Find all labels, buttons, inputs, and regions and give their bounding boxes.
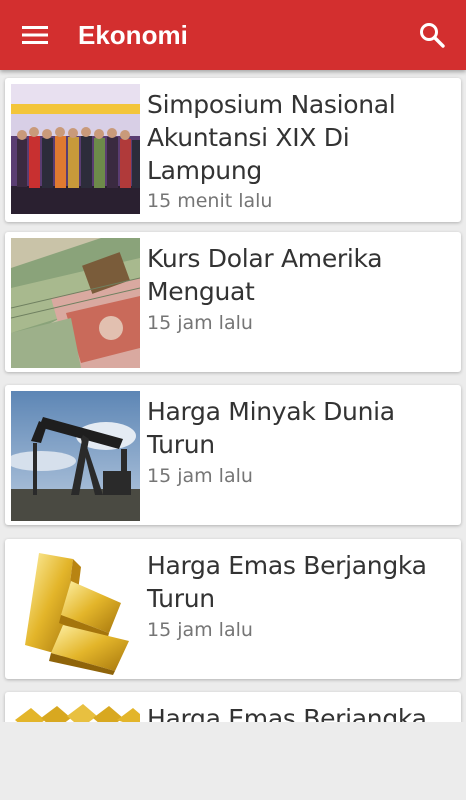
article-time: 15 menit lalu xyxy=(147,190,273,212)
page-title: Ekonomi xyxy=(78,20,188,50)
article-headline: Harga Minyak Dunia Turun xyxy=(147,397,395,459)
article-list: Simposium Nasional Akuntansi XIX Di Lamp… xyxy=(0,70,466,722)
article-headline: Harga Emas Berjangka Turun xyxy=(147,551,427,613)
menu-button[interactable] xyxy=(14,17,58,53)
article-headline: Kurs Dolar Amerika Menguat xyxy=(147,244,383,306)
article-card[interactable]: Harga Emas Berjangka Turun 15 jam lalu xyxy=(5,539,461,679)
hamburger-menu-icon xyxy=(22,26,48,44)
article-thumbnail xyxy=(11,391,140,521)
banknotes-image xyxy=(11,238,140,368)
article-thumbnail xyxy=(11,545,140,675)
article-time: 15 jam lalu xyxy=(147,619,253,641)
article-card[interactable]: Kurs Dolar Amerika Menguat 15 jam lalu xyxy=(5,232,461,372)
article-time: 15 jam lalu xyxy=(147,312,253,334)
article-card[interactable]: Harga Emas Berjangka xyxy=(5,692,461,722)
gold-bars-image xyxy=(11,698,140,722)
article-headline: Harga Emas Berjangka xyxy=(147,704,427,722)
group-photo-image xyxy=(11,84,140,214)
article-headline: Simposium Nasional Akuntansi XIX Di Lamp… xyxy=(147,90,396,185)
gold-bars-image xyxy=(11,545,140,675)
app-bar: Ekonomi xyxy=(0,0,466,70)
article-card[interactable]: Simposium Nasional Akuntansi XIX Di Lamp… xyxy=(5,78,461,222)
oil-pump-image xyxy=(11,391,140,521)
article-card[interactable]: Harga Minyak Dunia Turun 15 jam lalu xyxy=(5,385,461,525)
article-time: 15 jam lalu xyxy=(147,465,253,487)
search-button[interactable] xyxy=(412,15,452,55)
article-thumbnail xyxy=(11,238,140,368)
search-icon xyxy=(420,23,445,48)
article-thumbnail xyxy=(11,698,140,722)
empty-bottom-area xyxy=(0,722,466,800)
article-thumbnail xyxy=(11,84,140,214)
